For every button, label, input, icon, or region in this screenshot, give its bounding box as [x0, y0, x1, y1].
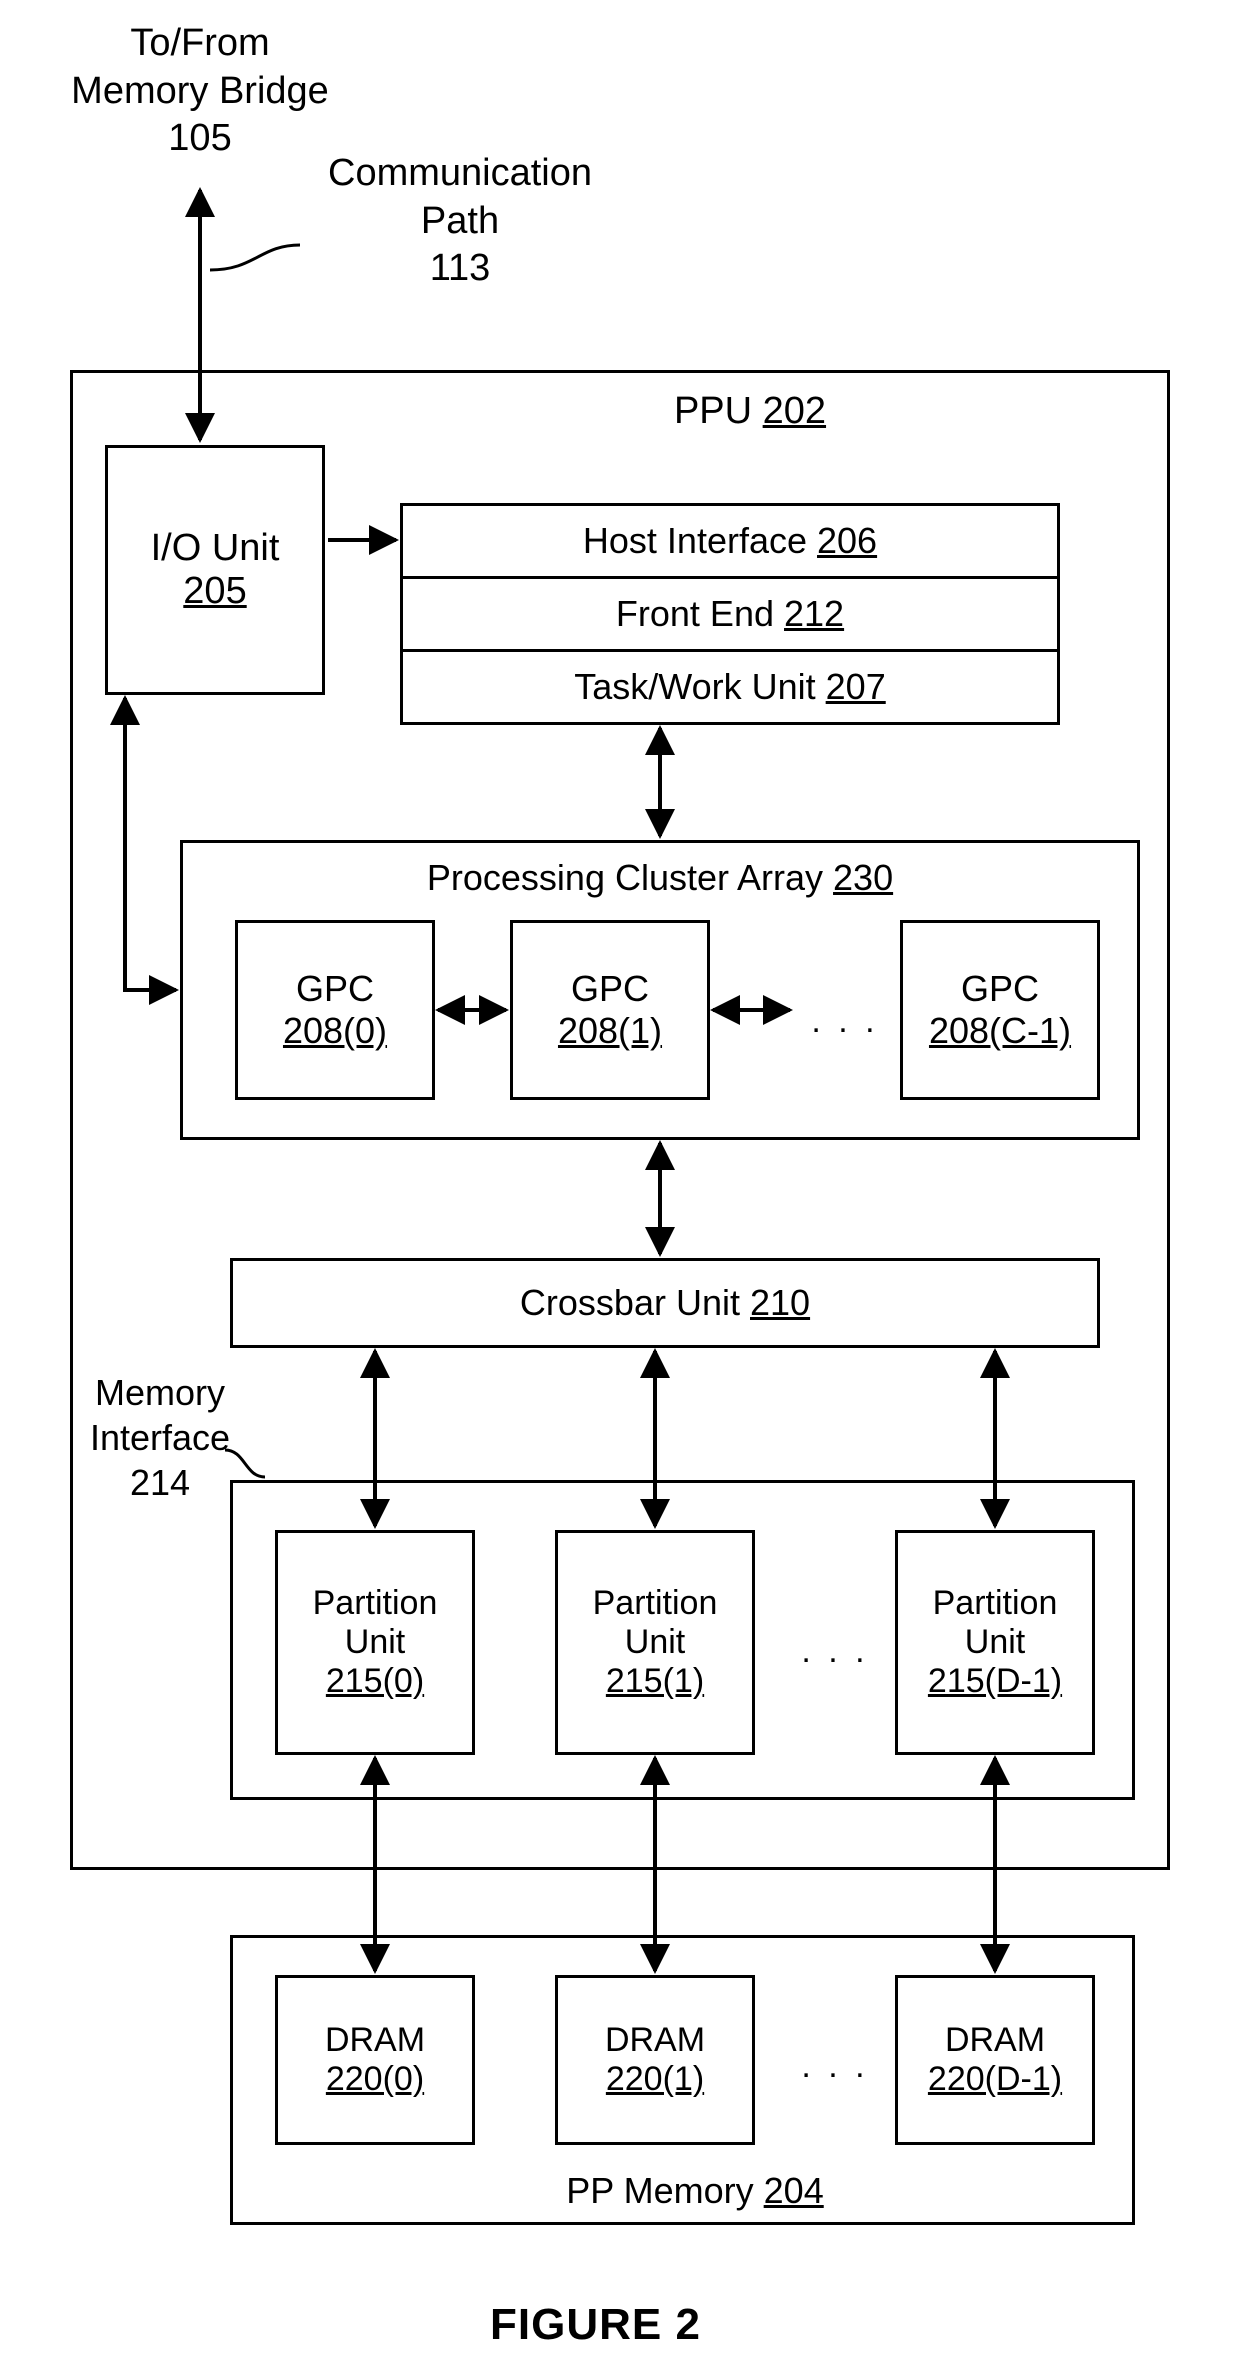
text: Processing Cluster Array [427, 857, 823, 898]
host-interface-box: Host Interface 206 [400, 503, 1060, 579]
ref: 208(1) [558, 1010, 662, 1052]
ref: 206 [817, 520, 877, 561]
dram-1-box: DRAM 220(1) [555, 1975, 755, 2145]
ref: 202 [763, 390, 826, 432]
text: To/From [40, 20, 360, 68]
partition-0-box: Partition Unit 215(0) [275, 1530, 475, 1755]
text: GPC [571, 968, 649, 1010]
ref: 204 [764, 2170, 824, 2211]
text: 113 [300, 245, 620, 293]
dram-0-box: DRAM 220(0) [275, 1975, 475, 2145]
text: Partition [313, 1584, 438, 1623]
front-end-box: Front End 212 [400, 576, 1060, 652]
ref: 208(C-1) [929, 1010, 1071, 1052]
ref: 220(0) [326, 2060, 424, 2099]
text: Unit [965, 1623, 1025, 1662]
gpc-c1-box: GPC 208(C-1) [900, 920, 1100, 1100]
io-unit-box: I/O Unit 205 [105, 445, 325, 695]
mem-bridge-label: To/From Memory Bridge 105 [40, 20, 360, 163]
ref: 215(0) [326, 1662, 424, 1701]
crossbar-box: Crossbar Unit 210 [230, 1258, 1100, 1348]
text: GPC [961, 968, 1039, 1010]
gpc-ellipsis: . . . [800, 1000, 890, 1043]
pca-title: Processing Cluster Array 230 [330, 855, 990, 900]
ref: 220(1) [606, 2060, 704, 2099]
text: PPU [674, 390, 752, 432]
text: Partition [593, 1584, 718, 1623]
text: Memory [60, 1370, 260, 1415]
text: Unit [345, 1623, 405, 1662]
text: PP Memory [566, 2170, 753, 2211]
ref: 208(0) [283, 1010, 387, 1052]
ref: 215(1) [606, 1662, 704, 1701]
text: Task/Work Unit [574, 666, 815, 707]
gpc-0-box: GPC 208(0) [235, 920, 435, 1100]
ref: 215(D-1) [928, 1662, 1062, 1701]
figure-caption: FIGURE 2 [490, 2300, 701, 2350]
ref: 210 [750, 1282, 810, 1323]
gpc-1-box: GPC 208(1) [510, 920, 710, 1100]
text: Interface [60, 1415, 260, 1460]
ref: 212 [784, 593, 844, 634]
text: Path [300, 198, 620, 246]
partition-d1-box: Partition Unit 215(D-1) [895, 1530, 1095, 1755]
ppu-title: PPU 202 [640, 388, 860, 436]
text: DRAM [325, 2021, 425, 2060]
text: Crossbar Unit [520, 1282, 740, 1323]
ref: 220(D-1) [928, 2060, 1062, 2099]
dram-ellipsis: . . . [790, 2045, 880, 2088]
pp-memory-title: PP Memory 204 [520, 2168, 870, 2213]
partition-1-box: Partition Unit 215(1) [555, 1530, 755, 1755]
ref: 207 [826, 666, 886, 707]
ref: 230 [833, 857, 893, 898]
text: Communication [300, 150, 620, 198]
dram-d1-box: DRAM 220(D-1) [895, 1975, 1095, 2145]
text: DRAM [605, 2021, 705, 2060]
diagram-canvas: To/From Memory Bridge 105 Communication … [0, 0, 1240, 2364]
partition-ellipsis: . . . [790, 1630, 880, 1673]
text: Unit [625, 1623, 685, 1662]
ref: 205 [183, 570, 246, 613]
text: Memory Bridge [40, 68, 360, 116]
text: DRAM [945, 2021, 1045, 2060]
text: GPC [296, 968, 374, 1010]
text: I/O Unit [151, 527, 280, 570]
comm-path-label: Communication Path 113 [300, 150, 620, 293]
text: Front End [616, 593, 774, 634]
text: Host Interface [583, 520, 807, 561]
text: Partition [933, 1584, 1058, 1623]
task-work-unit-box: Task/Work Unit 207 [400, 649, 1060, 725]
